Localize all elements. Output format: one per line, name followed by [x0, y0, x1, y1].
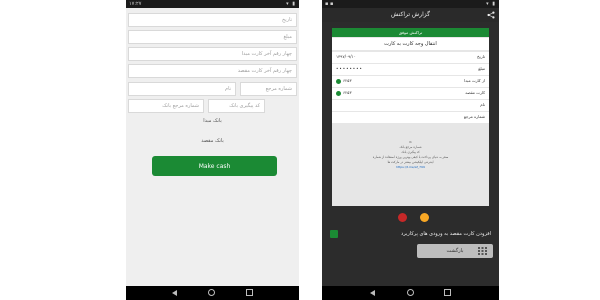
date-field[interactable]: تاریخ — [128, 13, 297, 27]
status-bar: ۱۷:۲۷ ▾ ▮ — [126, 0, 299, 8]
bank-tracking-field[interactable]: کد پیگیری بانک — [208, 99, 265, 113]
status-icons: ▾ ▮ — [486, 1, 496, 7]
receipt-row-date: تاریخ ۱۳۹۷/۰۹/۱۰ — [332, 52, 489, 63]
name-label: نام — [480, 102, 485, 107]
source-card-field[interactable]: چهار رقم آخر کارت مبدا — [128, 47, 297, 61]
phone-right: ▪ ▪ ▾ ▮ گزارش تراکنش تراکنش موفق انتقال … — [322, 0, 499, 300]
status-time: ▪ ▪ — [325, 1, 334, 7]
nav-back-icon[interactable] — [172, 290, 177, 296]
dest-card-label: کارت مقصد — [465, 90, 485, 95]
date-label: تاریخ — [477, 54, 485, 59]
receipt-row-dest: کارت مقصد ۶۲۵۳ — [332, 88, 489, 99]
bank-logo-icon — [336, 78, 341, 84]
nav-bar — [322, 286, 499, 300]
share-icon[interactable] — [487, 11, 495, 19]
nav-back-icon[interactable] — [370, 290, 375, 296]
receipt-note: ⧉ شماره مرجع بانک کد پیگیری بانک سفر به … — [342, 140, 479, 200]
source-bank-label[interactable]: بانک مبدا — [126, 118, 299, 124]
receipt-subtitle: انتقال وجه کارت به کارت — [332, 38, 489, 50]
phone-left: ۱۷:۲۷ ▾ ▮ تاریخ مبلغ چهار رقم آخر کارت م… — [126, 0, 299, 300]
receipt-row-ref: شماره مرجع — [332, 112, 489, 123]
source-card-value: ۶۲۵۳ — [336, 78, 352, 84]
report-title: گزارش تراکنش — [322, 8, 499, 22]
receipt-row-name: نام — [332, 100, 489, 111]
bank-logo-icon — [336, 90, 341, 96]
dest-card-field[interactable]: چهار رقم آخر کارت مقصد — [128, 64, 297, 78]
reference-number-field[interactable]: شماره مرجع — [240, 82, 297, 96]
dest-bank-label[interactable]: بانک مقصد — [126, 138, 299, 144]
note-link[interactable]: https://t.me/af_799 — [342, 165, 479, 170]
date-value: ۱۳۹۷/۰۹/۱۰ — [336, 54, 356, 59]
nav-recent-icon[interactable] — [246, 289, 253, 296]
ref-label: شماره مرجع — [463, 114, 485, 119]
dest-card-value: ۶۲۵۳ — [336, 90, 352, 96]
amount-label: مبلغ — [478, 66, 485, 71]
receipt-row-amount: مبلغ •••••••• — [332, 64, 489, 75]
seal-icon — [398, 213, 407, 222]
form-screen: تاریخ مبلغ چهار رقم آخر کارت مبدا چهار ر… — [126, 8, 299, 286]
nav-bar — [126, 286, 299, 300]
make-cash-button[interactable]: Make cash — [152, 156, 277, 176]
status-time: ۱۷:۲۷ — [129, 1, 142, 7]
amount-field[interactable]: مبلغ — [128, 30, 297, 44]
bank-reference-field[interactable]: شماره مرجع بانک — [128, 99, 204, 113]
report-screen: گزارش تراکنش تراکنش موفق انتقال وجه کارت… — [322, 8, 499, 286]
nav-recent-icon[interactable] — [444, 289, 451, 296]
add-card-text: افزودن کارت مقصد به ورودی های پرکاربرد — [401, 231, 491, 237]
amount-dots: •••••••• — [336, 66, 363, 71]
name-field[interactable]: نام — [128, 82, 236, 96]
status-bar: ▪ ▪ ▾ ▮ — [322, 0, 499, 8]
receipt-row-source: از کارت مبدا ۶۲۵۳ — [332, 76, 489, 87]
source-card-label: از کارت مبدا — [464, 78, 485, 83]
receipt-card: تراکنش موفق انتقال وجه کارت به کارت تاری… — [332, 28, 489, 206]
nav-home-icon[interactable] — [208, 289, 215, 296]
seal-icon — [420, 213, 429, 222]
status-icons: ▾ ▮ — [286, 1, 296, 7]
nav-home-icon[interactable] — [407, 289, 414, 296]
receipt-status: تراکنش موفق — [332, 28, 489, 37]
grid-icon[interactable] — [478, 247, 487, 255]
